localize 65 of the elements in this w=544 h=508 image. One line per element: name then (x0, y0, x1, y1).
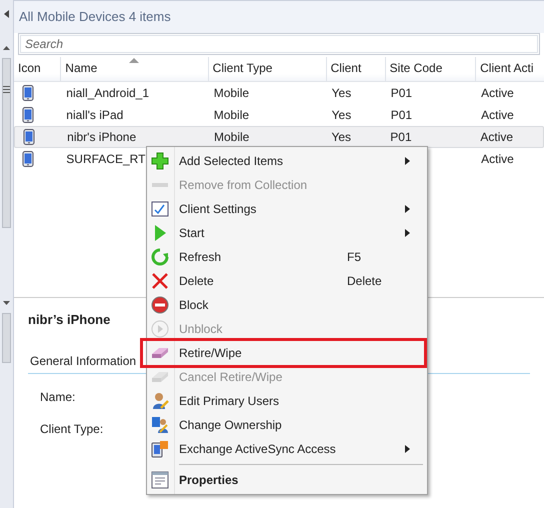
table-row[interactable]: niall_Android_1 Mobile Yes P01 Active (14, 82, 544, 104)
table-cell: nibr's iPhone (67, 130, 136, 144)
menu-item[interactable]: Add Selected Items (147, 149, 427, 173)
scrollbar-thumb[interactable] (2, 58, 11, 228)
details-title: nibr’s iPhone (28, 311, 110, 329)
selected-row[interactable]: nibr's iPhone Mobile Yes P01 Active (14, 126, 544, 148)
field-label: Name: (39, 388, 76, 406)
menu-item[interactable]: Delete Delete (147, 269, 427, 293)
table-cell: Active (481, 108, 514, 122)
menu-item[interactable]: Refresh F5 (147, 245, 427, 269)
grip-icon (3, 86, 10, 93)
mobile-device-icon (22, 107, 34, 124)
list-title: All Mobile Devices 4 items (14, 0, 544, 32)
scroll-up-arrow-icon (3, 46, 10, 50)
refresh-icon (151, 248, 169, 266)
menu-item[interactable]: Client Settings (147, 197, 427, 221)
menu-item[interactable]: Exchange ActiveSync Access (147, 437, 427, 461)
play-circle-icon (151, 320, 169, 338)
table-cell: Active (480, 130, 514, 144)
table-cell: Mobile (214, 86, 250, 100)
table-cell: P01 (390, 108, 412, 122)
column-header[interactable]: Site Code (384, 56, 476, 80)
table-cell: niall's iPad (66, 108, 124, 122)
users-pencil-icon (151, 416, 169, 434)
menu-item[interactable]: Start (147, 221, 427, 245)
menu-item[interactable]: Block (147, 293, 427, 317)
user-pencil-icon (151, 392, 169, 410)
mobile-device-icon (22, 151, 34, 168)
scrollbar-thumb[interactable] (2, 313, 11, 363)
field-label: Client Type: (39, 420, 104, 438)
table-cell: Yes (331, 130, 352, 144)
settings-window-icon (151, 200, 169, 218)
plus-icon (151, 152, 169, 170)
table-cell: Mobile (214, 108, 250, 122)
column-header[interactable]: Client Acti (475, 56, 544, 80)
table-cell: SURFACE_RT (66, 152, 146, 166)
search-field[interactable]: Search (18, 32, 540, 54)
scroll-down-arrow-icon (3, 301, 10, 305)
highlighted-menu-item[interactable]: Retire/Wipe (140, 338, 427, 368)
device-sync-icon (151, 440, 169, 458)
properties-window-icon (151, 471, 169, 489)
table-cell: Yes (332, 108, 352, 122)
collapse-arrow-icon[interactable] (4, 10, 10, 18)
block-icon (151, 296, 169, 314)
column-header[interactable]: Client (326, 56, 385, 80)
table-row[interactable]: niall's iPad Mobile Yes P01 Active (14, 104, 544, 126)
table-cell: Mobile (214, 130, 250, 144)
mobile-device-icon (22, 85, 34, 102)
column-header[interactable]: Icon (14, 56, 60, 80)
table-cell: P01 (390, 86, 412, 100)
minus-icon (152, 183, 168, 187)
close-icon (151, 272, 169, 290)
shortcut-text: F5 (347, 249, 362, 266)
table-cell: Active (481, 86, 514, 100)
table-cell: niall_Android_1 (66, 86, 150, 100)
table-cell: Active (481, 152, 514, 166)
table-cell: P01 (390, 130, 412, 144)
shortcut-text: Delete (347, 273, 383, 290)
mobile-device-icon (23, 129, 35, 146)
column-header[interactable]: Name (60, 56, 208, 80)
column-header[interactable]: Client Type (208, 56, 326, 80)
menu-item[interactable]: Properties (147, 468, 427, 492)
menu-item[interactable]: Change Ownership (147, 413, 427, 437)
table-cell: Yes (332, 86, 352, 100)
menu-item[interactable]: Edit Primary Users (147, 389, 427, 413)
